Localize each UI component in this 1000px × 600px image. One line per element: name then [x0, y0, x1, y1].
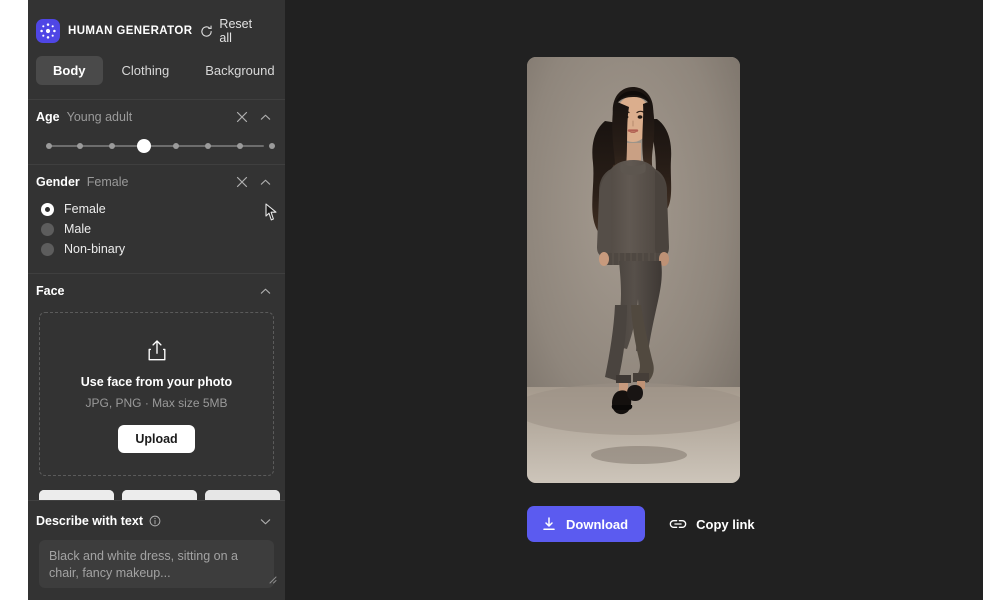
age-collapse-chevron-up-icon[interactable] [259, 111, 272, 124]
gender-option-female-label: Female [64, 202, 106, 216]
gender-title: Gender [36, 175, 80, 189]
upload-share-icon [50, 339, 263, 361]
tab-clothing[interactable]: Clothing [105, 56, 187, 85]
gender-option-male[interactable]: Male [41, 219, 277, 239]
age-title: Age [36, 110, 60, 124]
link-chain-icon [669, 517, 687, 531]
radio-female-icon[interactable] [41, 202, 54, 216]
preview-actions: Download Copy link [527, 506, 761, 542]
age-tick-1[interactable] [77, 143, 83, 149]
upload-subtitle: JPG, PNG · Max size 5MB [85, 396, 228, 410]
gender-option-non-binary[interactable]: Non-binary [41, 239, 277, 259]
age-tick-2[interactable] [109, 143, 115, 149]
mode-tabs: Body Clothing Background [36, 56, 277, 85]
controls-panel: HUMAN GENERATOR Reset all Body Clothing … [28, 0, 285, 600]
app-root: HUMAN GENERATOR Reset all Body Clothing … [0, 0, 1000, 600]
upload-title: Use face from your photo [80, 375, 233, 389]
preview-stage: Download Copy link [285, 0, 983, 600]
age-header-actions [236, 111, 277, 124]
age-clear-close-x-icon[interactable] [236, 111, 248, 123]
gender-option-female[interactable]: Female [41, 199, 277, 219]
describe-collapse-chevron-down-icon[interactable] [259, 515, 277, 528]
reset-all-button[interactable]: Reset all [200, 17, 277, 45]
radio-male-icon[interactable] [41, 222, 54, 236]
gender-header-actions [236, 176, 277, 189]
face-collapse-chevron-up-icon[interactable] [259, 285, 272, 298]
section-describe-with-text: Describe with text Black and white dress… [28, 500, 285, 600]
describe-title: Describe with text [36, 514, 143, 528]
info-circle-icon[interactable] [149, 515, 161, 527]
textarea-resize-handle[interactable] [267, 574, 277, 584]
age-value: Young adult [66, 110, 133, 124]
section-gender: Gender Female Female Male Non-binary [28, 165, 285, 273]
face-header: Face [36, 274, 277, 308]
age-tick-5[interactable] [205, 143, 211, 149]
describe-textarea[interactable]: Black and white dress, sitting on a chai… [39, 540, 274, 588]
tab-background[interactable]: Background [188, 56, 285, 85]
age-tick-7[interactable] [269, 143, 275, 149]
tab-body[interactable]: Body [36, 56, 103, 85]
gender-header: Gender Female [36, 165, 277, 199]
human-generator-logo-icon [36, 19, 60, 43]
age-slider[interactable] [40, 134, 275, 158]
gender-clear-close-x-icon[interactable] [236, 176, 248, 188]
download-button[interactable]: Download [527, 506, 646, 542]
gender-collapse-chevron-up-icon[interactable] [259, 176, 272, 189]
age-tick-6[interactable] [237, 143, 243, 149]
gender-value: Female [86, 175, 129, 189]
describe-header: Describe with text [36, 511, 277, 531]
copy-link-label: Copy link [696, 516, 755, 532]
face-header-actions [259, 285, 277, 298]
panel-header: HUMAN GENERATOR Reset all [28, 0, 285, 45]
gender-option-male-label: Male [64, 222, 92, 236]
section-age: Age Young adult [28, 100, 285, 158]
generated-human-preview[interactable] [527, 57, 740, 483]
copy-link-button[interactable]: Copy link [663, 507, 761, 542]
face-title: Face [36, 284, 65, 298]
radio-non-binary-icon[interactable] [41, 242, 54, 256]
reset-circular-arrow-icon [200, 25, 213, 38]
reset-all-label: Reset all [219, 17, 253, 45]
age-tick-0[interactable] [46, 143, 52, 149]
age-header: Age Young adult [36, 100, 277, 134]
download-button-label: Download [566, 516, 629, 532]
upload-button[interactable]: Upload [118, 425, 195, 453]
download-arrow-icon [541, 516, 557, 532]
face-upload-dropzone[interactable]: Use face from your photo JPG, PNG · Max … [39, 312, 274, 476]
brand-title: HUMAN GENERATOR [68, 25, 193, 37]
gender-option-non-binary-label: Non-binary [64, 242, 126, 256]
age-slider-handle[interactable] [137, 139, 151, 153]
age-tick-4[interactable] [173, 143, 179, 149]
